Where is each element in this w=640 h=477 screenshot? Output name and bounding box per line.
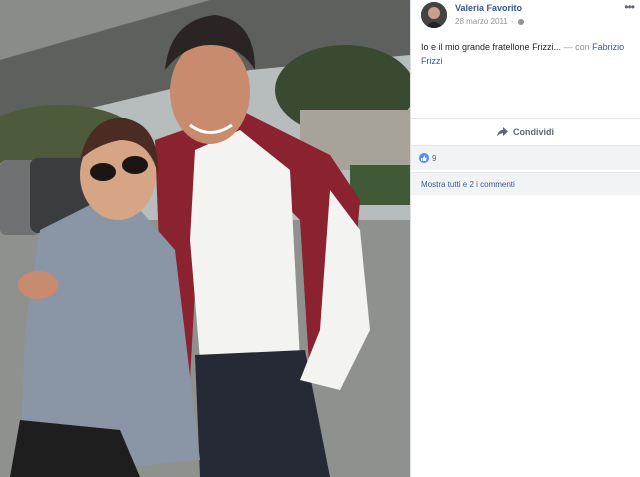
globe-icon [518,18,525,25]
avatar[interactable] [421,2,447,28]
share-label: Condividi [513,127,554,137]
caption-text: Io e il mio grande fratellone Frizzi... [421,42,562,52]
like-count[interactable]: 9 [432,154,436,163]
comments-section: Mostra tutti e 2 i commenti [411,172,640,195]
like-icon [419,153,429,163]
reactions-bar[interactable]: 9 [411,146,640,170]
post-meta: 28 marzo 2011 · [455,17,525,26]
meta-separator: · [510,17,514,26]
with-prefix: — con [561,42,593,52]
post-photo[interactable] [0,0,410,477]
post-date[interactable]: 28 marzo 2011 [455,17,508,26]
more-horizontal-icon[interactable]: ••• [624,0,635,14]
show-all-comments-link[interactable]: Mostra tutti e 2 i commenti [421,180,515,189]
author-name-link[interactable]: Valeria Favorito [455,3,522,13]
share-button[interactable]: Condividi [411,118,640,146]
post-sidebar: Valeria Favorito 28 marzo 2011 · ••• Io … [410,0,640,477]
photo-image [0,0,410,477]
post-caption: Io e il mio grande fratellone Frizzi... … [421,40,633,68]
post-header: Valeria Favorito 28 marzo 2011 · ••• [411,0,640,30]
share-arrow-icon [497,127,508,137]
